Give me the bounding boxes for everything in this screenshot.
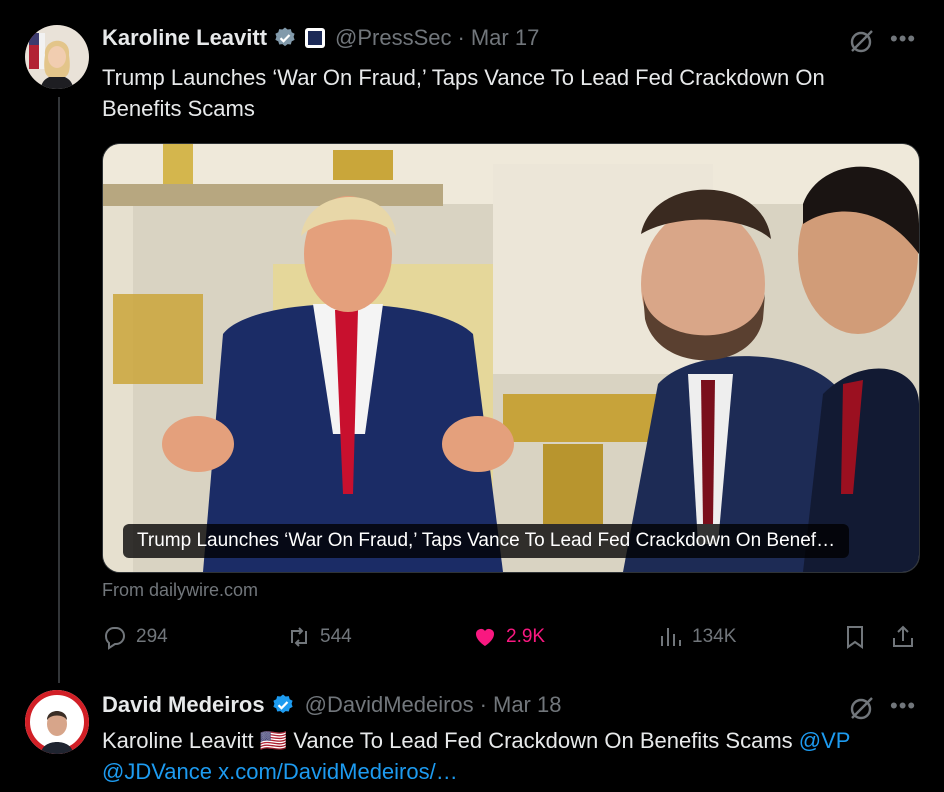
views-count: 134K: [692, 626, 737, 647]
mention-jdvance[interactable]: @JDVance: [102, 759, 212, 784]
separator-dot: ·: [457, 25, 465, 50]
author-handle[interactable]: @PressSec: [335, 25, 451, 51]
grok-icon[interactable]: [848, 27, 876, 55]
reply-count: 294: [136, 626, 168, 647]
mention-vp[interactable]: @VP: [799, 728, 851, 753]
tweet-link[interactable]: x.com/DavidMedeiros/…: [218, 759, 458, 784]
more-icon[interactable]: •••: [890, 693, 916, 719]
card-source[interactable]: From dailywire.com: [102, 580, 258, 601]
verified-badge-icon[interactable]: [273, 26, 297, 50]
avatar-david[interactable]: [25, 690, 89, 754]
grok-icon[interactable]: [848, 694, 876, 722]
repost-icon: [291, 627, 307, 647]
repost-count: 544: [320, 626, 352, 647]
avatar-karoline[interactable]: [25, 25, 89, 89]
tweet1-header: Karoline Leavitt @PressSec · Mar 17: [102, 25, 539, 51]
author-name[interactable]: Karoline Leavitt: [102, 25, 267, 51]
tweet-text: Karoline Leavitt 🇺🇸 Vance To Lead Fed Cr…: [102, 725, 932, 787]
separator-dot: ·: [479, 692, 487, 717]
reply-button[interactable]: 294: [102, 624, 168, 650]
bookmark-button[interactable]: [842, 624, 876, 650]
thread-line: [58, 97, 60, 683]
author-name[interactable]: David Medeiros: [102, 692, 265, 718]
views-button[interactable]: 134K: [658, 624, 736, 650]
author-handle[interactable]: @DavidMedeiros: [305, 692, 474, 718]
repost-button[interactable]: 544: [286, 624, 352, 650]
text-main: Vance To Lead Fed Crackdown On Benefits …: [293, 728, 793, 753]
reply-icon: [104, 627, 126, 650]
more-icon[interactable]: •••: [890, 26, 916, 52]
white-house-affiliation-icon[interactable]: [305, 28, 326, 48]
like-icon: [476, 629, 494, 646]
us-flag-emoji: 🇺🇸: [259, 728, 288, 753]
verified-badge-icon[interactable]: [271, 693, 295, 717]
text-prefix: Karoline Leavitt: [102, 728, 254, 753]
tweet-date[interactable]: Mar 17: [471, 25, 539, 51]
like-count: 2.9K: [506, 626, 546, 647]
card-caption: Trump Launches ‘War On Fraud,’ Taps Vanc…: [123, 524, 850, 558]
tweet2-header: David Medeiros @DavidMedeiros · Mar 18: [102, 692, 561, 718]
link-card[interactable]: Trump Launches ‘War On Fraud,’ Taps Vanc…: [102, 143, 920, 573]
like-button[interactable]: 2.9K: [472, 624, 545, 650]
share-button[interactable]: [890, 624, 924, 650]
tweet-text: Trump Launches ‘War On Fraud,’ Taps Vanc…: [102, 65, 825, 121]
bookmark-icon: [847, 626, 863, 649]
share-icon: [893, 625, 913, 647]
tweet-date[interactable]: Mar 18: [493, 692, 561, 718]
views-icon: [661, 628, 681, 646]
card-image: [103, 144, 919, 572]
